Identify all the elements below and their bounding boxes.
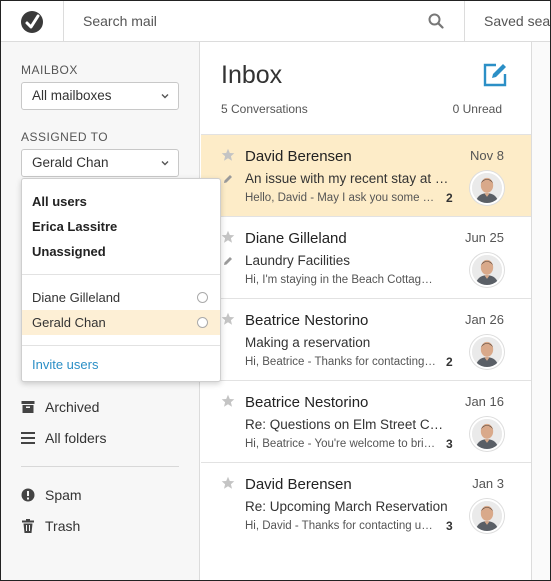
assigned-to-select-value: Gerald Chan [32,155,109,170]
conversation-preview: Hi, I'm staying in the Beach Cottage on … [245,274,437,286]
dropdown-option-label: Diane Gilleland [32,290,121,305]
logo-icon[interactable] [1,1,64,42]
thread-count: 2 [446,355,453,369]
conversation-preview: Hi, David - Thanks for contacting us aga… [245,520,437,532]
mailbox-select-value: All mailboxes [32,88,112,103]
invite-users-link[interactable]: Invite users [32,357,98,372]
page-title: Inbox [221,61,283,89]
conversation-preview: Hi, Beatrice - Thanks for contacting us … [245,356,437,368]
conversation-row[interactable]: David Berensen Nov 8 An issue with my rece… [201,134,531,216]
sidebar-item-spam[interactable]: Spam [21,484,82,506]
sidebar-item-label: Trash [45,518,81,534]
sidebar-item-all-folders[interactable]: All folders [21,427,106,449]
star-icon[interactable] [221,394,235,408]
sidebar-item-archived[interactable]: Archived [21,396,99,418]
unread-count: 0 Unread [452,102,502,116]
conversation-row[interactable]: Beatrice Nestorino Jan 26 Making a reserva… [201,298,531,380]
conversation-subject: Making a reservation [245,335,371,350]
conversation-row[interactable]: David Berensen Jan 3 Re: Upcoming March Re… [201,462,531,544]
star-icon[interactable] [221,148,235,162]
dropdown-option-erica-lassitre[interactable]: Erica Lassitre [22,214,220,239]
conversation-subject: Re: Questions on Elm Street Cottage [245,417,450,432]
conversation-list-panel: Inbox 5 Conversations 0 Unread David Ber… [201,42,531,580]
avatar [470,417,504,451]
chevron-down-icon [161,161,169,166]
sidebar-item-label: All folders [45,430,107,446]
dropdown-option-all-users[interactable]: All users [22,189,220,214]
trash-icon [22,519,34,533]
conversations-count: 5 Conversations [221,102,308,116]
dropdown-option-diane-gilleland[interactable]: Diane Gilleland [22,285,220,310]
assigned-to-select[interactable]: Gerald Chan [21,149,179,177]
mailbox-label: MAILBOX [21,63,78,77]
conversation-subject: Re: Upcoming March Reservation [245,499,448,514]
assigned-to-dropdown: All users Erica Lassitre Unassigned Dian… [21,178,221,382]
assigned-to-label: ASSIGNED TO [21,130,109,144]
sidebar-divider [21,466,179,467]
star-icon[interactable] [221,230,235,244]
avatar [470,171,504,205]
conversation-date: Jan 16 [464,394,504,409]
app-window: Search mail Saved searches MAILBOX All m… [0,0,551,581]
archive-icon [21,401,35,413]
sender-name: David Berensen [245,476,352,493]
saved-searches-button[interactable]: Saved searches [484,13,550,29]
conversation-preview: Hi, Beatrice - You're welcome to bring y… [245,438,437,450]
avatar [470,253,504,287]
mailbox-select[interactable]: All mailboxes [21,82,179,110]
sidebar-item-label: Spam [45,487,82,503]
conversation-subject: An issue with my recent stay at Lake Cot… [245,171,450,186]
dropdown-option-gerald-chan[interactable]: Gerald Chan [22,310,220,335]
thread-count: 2 [446,191,453,205]
sidebar-item-trash[interactable]: Trash [21,515,80,537]
radio-icon [197,317,208,328]
sender-name: Beatrice Nestorino [245,394,369,411]
thread-count: 3 [446,437,453,451]
sender-name: Diane Gilleland [245,230,347,247]
conversation-date: Nov 8 [470,148,504,163]
pencil-icon [223,171,233,183]
thread-count: 3 [446,519,453,533]
conversation-date: Jan 3 [472,476,504,491]
pencil-icon [223,253,233,265]
sidebar-item-label: Archived [45,399,100,415]
conversation-date: Jan 26 [464,312,504,327]
chevron-down-icon [161,94,169,99]
compose-icon[interactable] [482,62,508,88]
spam-icon [21,488,35,502]
sender-name: David Berensen [245,148,352,165]
dropdown-option-unassigned[interactable]: Unassigned [22,239,220,264]
conversation-date: Jun 25 [464,230,504,245]
topbar-divider [464,1,465,42]
dropdown-divider [22,345,220,346]
search-input[interactable]: Search mail [83,13,157,29]
star-icon[interactable] [221,312,235,326]
dropdown-divider [22,274,220,275]
conversation-row[interactable]: Beatrice Nestorino Jan 16 Re: Questions on… [201,380,531,462]
avatar [470,499,504,533]
conversation-subject: Laundry Facilities [245,253,351,268]
conversation-row[interactable]: Diane Gilleland Jun 25 Laundry Facilities H… [201,216,531,298]
avatar [470,335,504,369]
detail-pane-edge [531,42,550,580]
sender-name: Beatrice Nestorino [245,312,369,329]
top-bar: Search mail Saved searches [1,1,550,42]
search-icon[interactable] [428,13,444,29]
star-icon[interactable] [221,476,235,490]
folders-icon [21,432,35,444]
radio-icon [197,292,208,303]
dropdown-option-label: Gerald Chan [32,315,106,330]
conversation-preview: Hello, David - May I ask you some questi… [245,192,437,204]
